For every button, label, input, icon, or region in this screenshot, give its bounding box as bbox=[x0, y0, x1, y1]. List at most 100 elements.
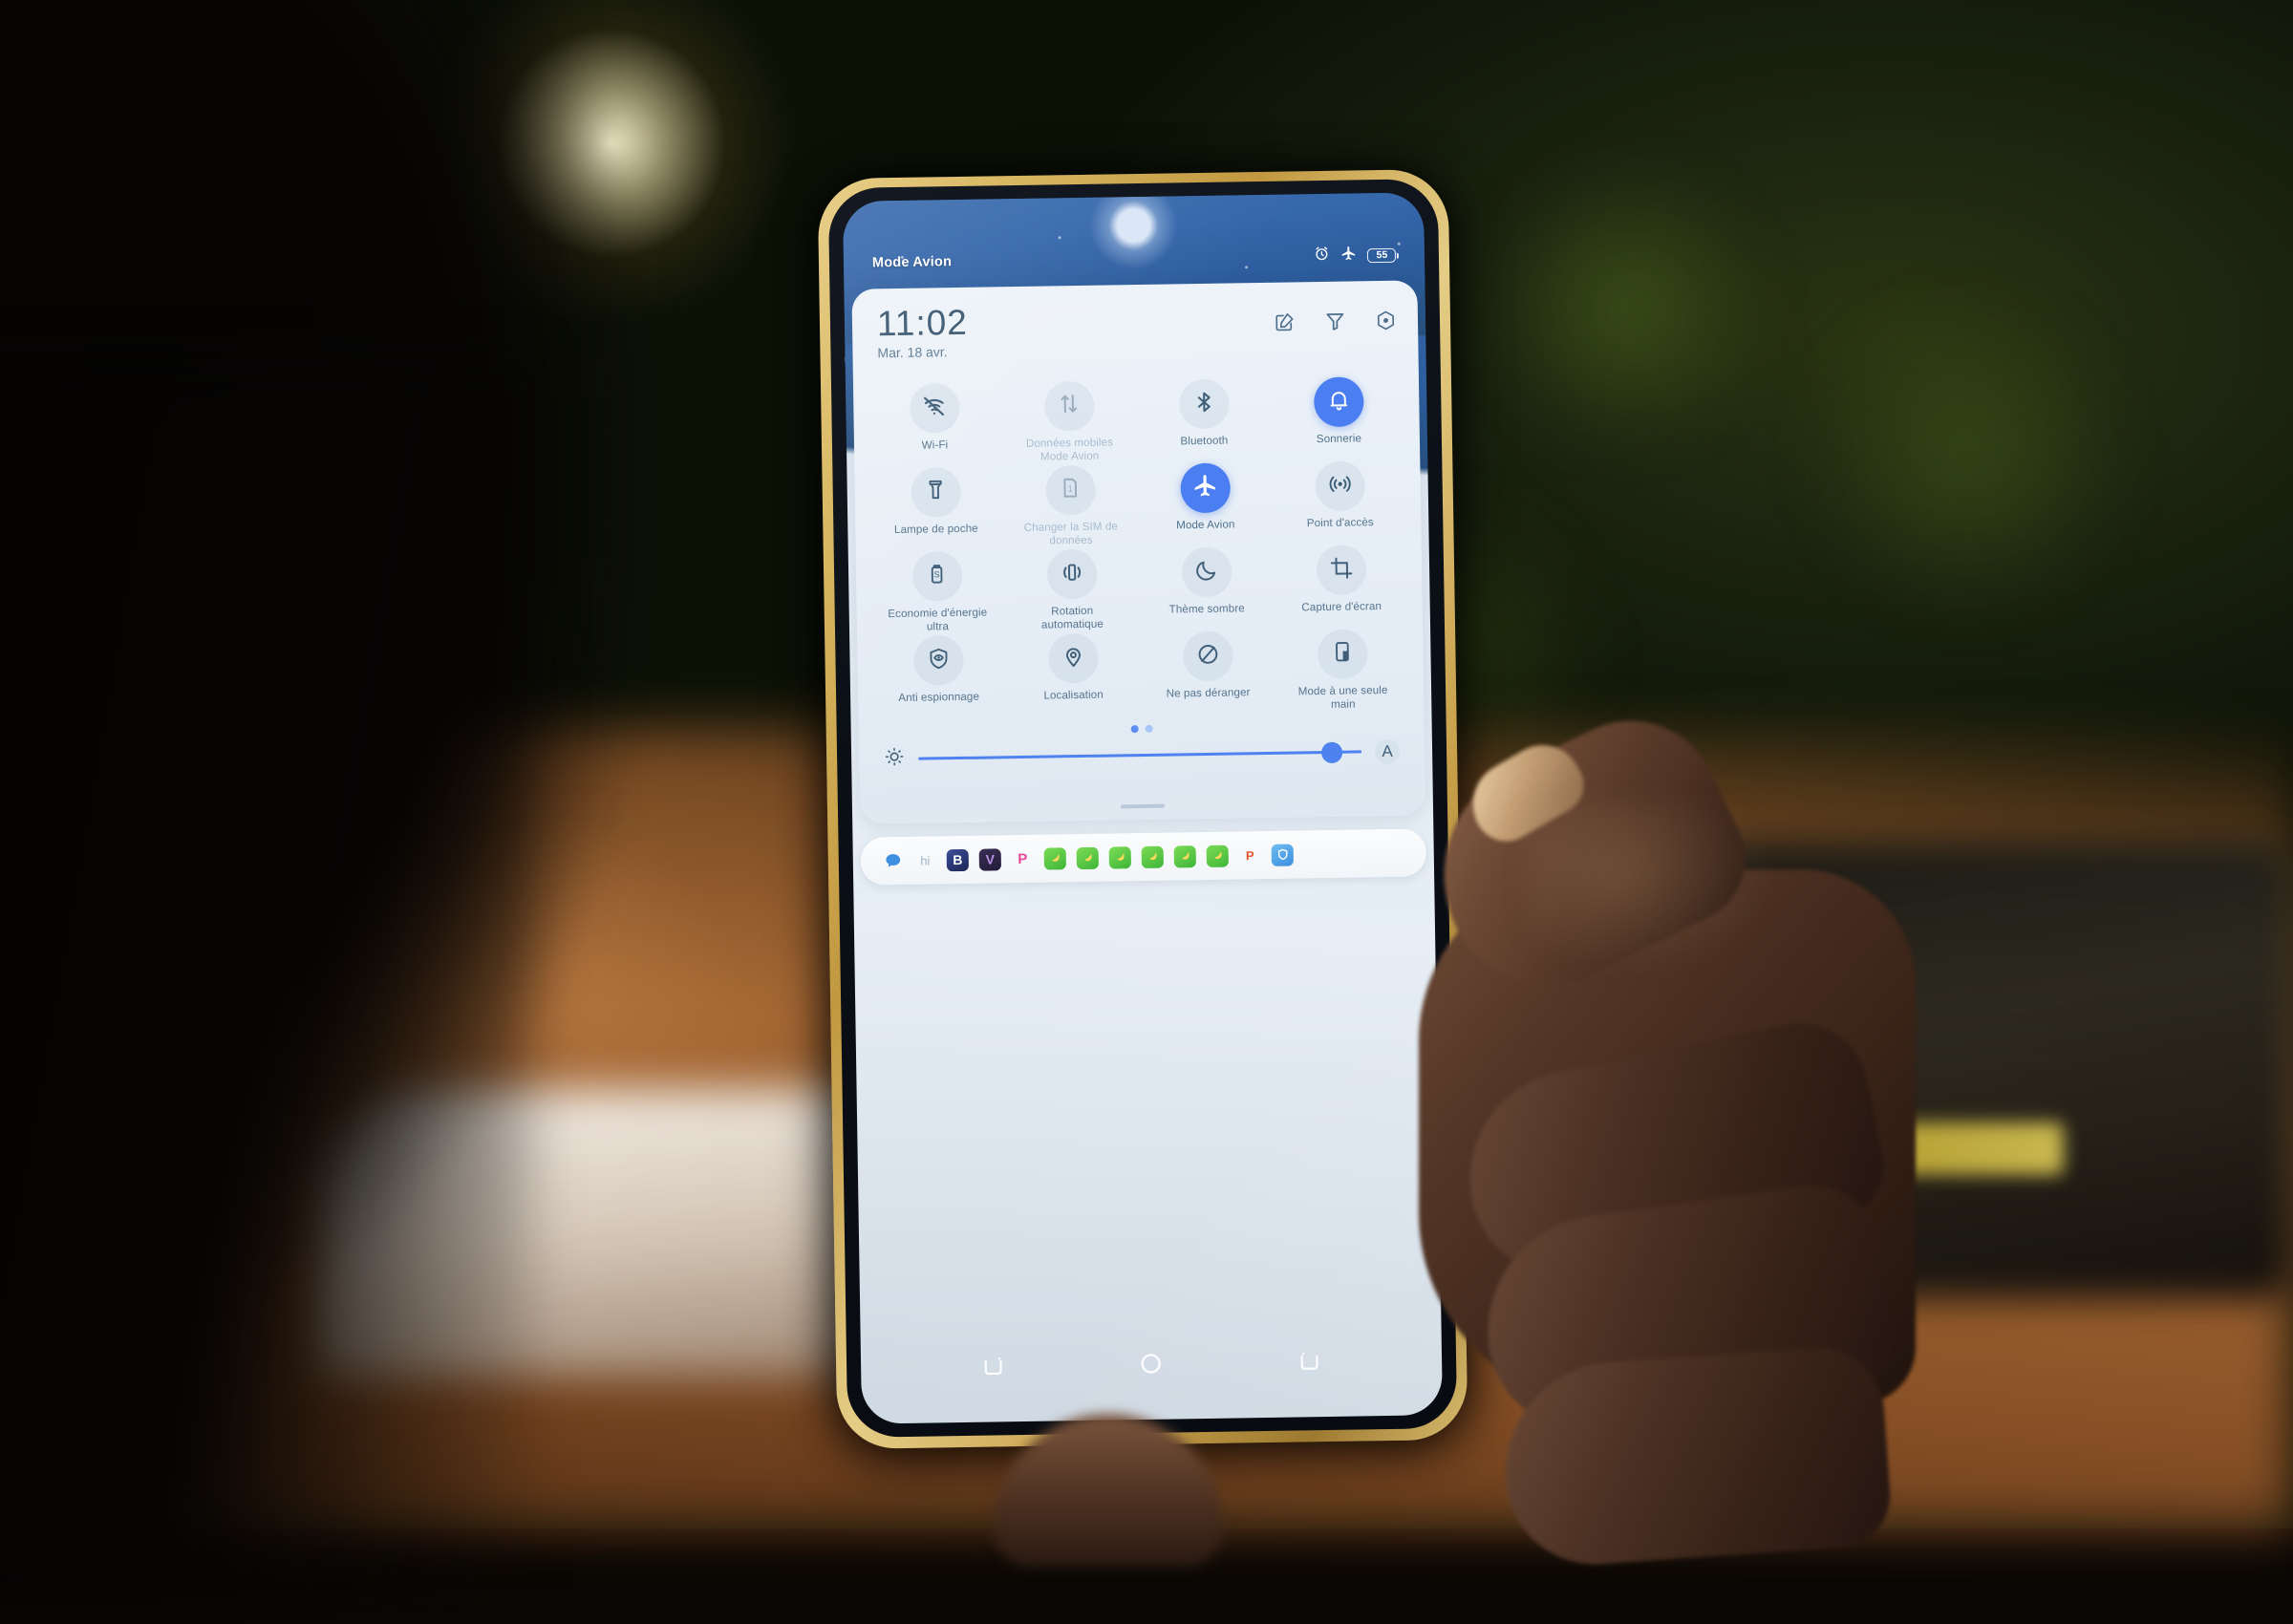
auto-rotate-icon bbox=[1059, 559, 1083, 588]
page-dot-active[interactable] bbox=[1130, 725, 1138, 733]
v-app-icon[interactable]: V bbox=[979, 848, 1001, 870]
shield-eye-icon bbox=[926, 646, 951, 675]
tile-dark-theme[interactable]: Thème sombre bbox=[1139, 546, 1275, 630]
tile-airplane-mode[interactable]: Mode Avion bbox=[1137, 462, 1273, 545]
panel-collapse-handle[interactable] bbox=[1121, 804, 1165, 809]
quick-settings-actions bbox=[1274, 310, 1397, 333]
quick-settings-tiles: Wi-Fi Données mobiles Mode Avion bbox=[853, 372, 1424, 717]
green-app-icon[interactable] bbox=[1174, 845, 1196, 867]
tile-circle bbox=[1043, 381, 1094, 432]
green-app-icon[interactable] bbox=[1207, 844, 1229, 866]
status-bar-label: Mode Avion bbox=[872, 254, 952, 270]
tile-change-sim[interactable]: 1 Changer la SIM de données bbox=[1002, 464, 1138, 547]
filter-icon[interactable] bbox=[1324, 310, 1346, 332]
settings-icon[interactable] bbox=[1375, 310, 1397, 331]
hand-holding-phone bbox=[1381, 764, 1916, 1528]
tile-screenshot[interactable]: Capture d'écran bbox=[1274, 545, 1409, 628]
tile-label: Changer la SIM de données bbox=[1018, 520, 1124, 547]
brightness-slider-knob[interactable] bbox=[1321, 741, 1342, 762]
tile-sublabel: Mode Avion bbox=[1040, 449, 1100, 462]
tile-label: Anti espionnage bbox=[898, 691, 979, 705]
p-app-icon[interactable]: P bbox=[1012, 847, 1034, 869]
do-not-disturb-icon bbox=[1195, 641, 1220, 671]
hotspot-icon bbox=[1327, 471, 1352, 501]
tile-flashlight[interactable]: Lampe de poche bbox=[868, 466, 1003, 549]
tile-label: Rotation automatique bbox=[1019, 604, 1125, 631]
phone-screen: Mode Avion 55 bbox=[843, 192, 1443, 1423]
tile-anti-spy[interactable]: Anti espionnage bbox=[870, 634, 1006, 717]
quick-settings-panel: 11:02 Mar. 18 avr. bbox=[851, 280, 1425, 823]
green-app-icon[interactable] bbox=[1109, 846, 1131, 868]
tile-label: Lampe de poche bbox=[894, 523, 978, 537]
brightness-row: A bbox=[859, 728, 1425, 772]
tile-auto-rotate[interactable]: Rotation automatique bbox=[1004, 548, 1140, 631]
tile-circle bbox=[1316, 545, 1366, 595]
tile-circle bbox=[1315, 460, 1365, 511]
navigation-bar bbox=[861, 1333, 1443, 1400]
bluetooth-icon bbox=[1191, 389, 1216, 418]
svg-text:S: S bbox=[934, 569, 940, 579]
tile-mobile-data[interactable]: Données mobiles Mode Avion bbox=[1001, 380, 1137, 463]
tile-circle: S bbox=[911, 551, 962, 602]
tile-circle bbox=[1048, 633, 1099, 684]
tile-circle bbox=[909, 383, 959, 434]
tile-wifi[interactable]: Wi-Fi bbox=[867, 382, 1002, 465]
tile-label: Point d'accès bbox=[1307, 516, 1374, 530]
tile-bluetooth[interactable]: Bluetooth bbox=[1136, 378, 1272, 461]
recents-button[interactable] bbox=[980, 1353, 1006, 1383]
tile-battery-saver[interactable]: S Economie d'énergie ultra bbox=[869, 550, 1005, 633]
tile-do-not-disturb[interactable]: Ne pas déranger bbox=[1140, 630, 1275, 714]
tile-label: Bluetooth bbox=[1180, 435, 1228, 448]
message-bubble-icon[interactable] bbox=[882, 849, 904, 871]
screenshot-crop-icon bbox=[1328, 555, 1353, 585]
brightness-slider[interactable] bbox=[918, 750, 1361, 759]
tile-circle bbox=[1318, 629, 1368, 679]
quick-settings-header: 11:02 Mar. 18 avr. bbox=[851, 280, 1418, 380]
tile-label: Mode Avion bbox=[1176, 518, 1235, 531]
battery-indicator: 55 bbox=[1367, 247, 1396, 262]
tile-label: Capture d'écran bbox=[1301, 600, 1382, 614]
auto-brightness-toggle[interactable]: A bbox=[1375, 738, 1400, 763]
hand-highlight bbox=[1524, 802, 1772, 974]
tile-circle: 1 bbox=[1045, 465, 1096, 516]
airplane-icon bbox=[1340, 245, 1357, 266]
page-dot[interactable] bbox=[1145, 725, 1152, 733]
mobile-data-icon bbox=[1056, 391, 1082, 421]
hi-app-icon[interactable]: hi bbox=[914, 849, 936, 871]
edit-icon[interactable] bbox=[1274, 310, 1296, 332]
tile-circle bbox=[1178, 379, 1229, 430]
wifi-off-icon bbox=[921, 393, 947, 423]
green-app-icon[interactable] bbox=[1077, 846, 1099, 868]
airplane-icon bbox=[1191, 473, 1217, 503]
smartphone: Mode Avion 55 bbox=[818, 169, 1468, 1449]
tile-label: Localisation bbox=[1043, 689, 1104, 702]
svg-text:1: 1 bbox=[1068, 484, 1073, 494]
tile-location[interactable]: Localisation bbox=[1005, 632, 1141, 716]
battery-saver-icon: S bbox=[925, 562, 949, 590]
location-pin-icon bbox=[1061, 643, 1085, 673]
b-app-icon[interactable]: B bbox=[947, 848, 969, 870]
security-shield-app-icon[interactable] bbox=[1272, 844, 1294, 865]
orange-app-icon[interactable]: P bbox=[1239, 844, 1261, 866]
tile-label: Mode à une seule main bbox=[1290, 684, 1395, 712]
alarm-clock-icon bbox=[1314, 246, 1330, 267]
tile-circle bbox=[1313, 376, 1363, 427]
tile-circle bbox=[911, 467, 961, 518]
tile-circle bbox=[913, 635, 964, 686]
one-handed-mode-icon bbox=[1330, 640, 1354, 669]
foreground-silhouette-shadow bbox=[0, 363, 535, 1605]
tile-label: Sonnerie bbox=[1317, 432, 1361, 445]
brightness-sun-icon bbox=[884, 746, 905, 772]
sim-card-icon: 1 bbox=[1059, 476, 1082, 504]
tile-one-handed-mode[interactable]: Mode à une seule main bbox=[1275, 629, 1410, 712]
back-button[interactable] bbox=[1297, 1348, 1322, 1378]
moon-icon bbox=[1193, 557, 1218, 587]
tile-circle bbox=[1180, 463, 1231, 514]
tile-sonnerie[interactable]: Sonnerie bbox=[1271, 376, 1406, 459]
green-app-icon[interactable] bbox=[1142, 845, 1164, 867]
tile-hotspot[interactable]: Point d'accès bbox=[1272, 460, 1407, 544]
tile-label: Données mobiles bbox=[1026, 436, 1113, 450]
battery-level: 55 bbox=[1376, 248, 1387, 260]
home-button[interactable] bbox=[1138, 1351, 1164, 1381]
green-app-icon[interactable] bbox=[1044, 847, 1066, 869]
